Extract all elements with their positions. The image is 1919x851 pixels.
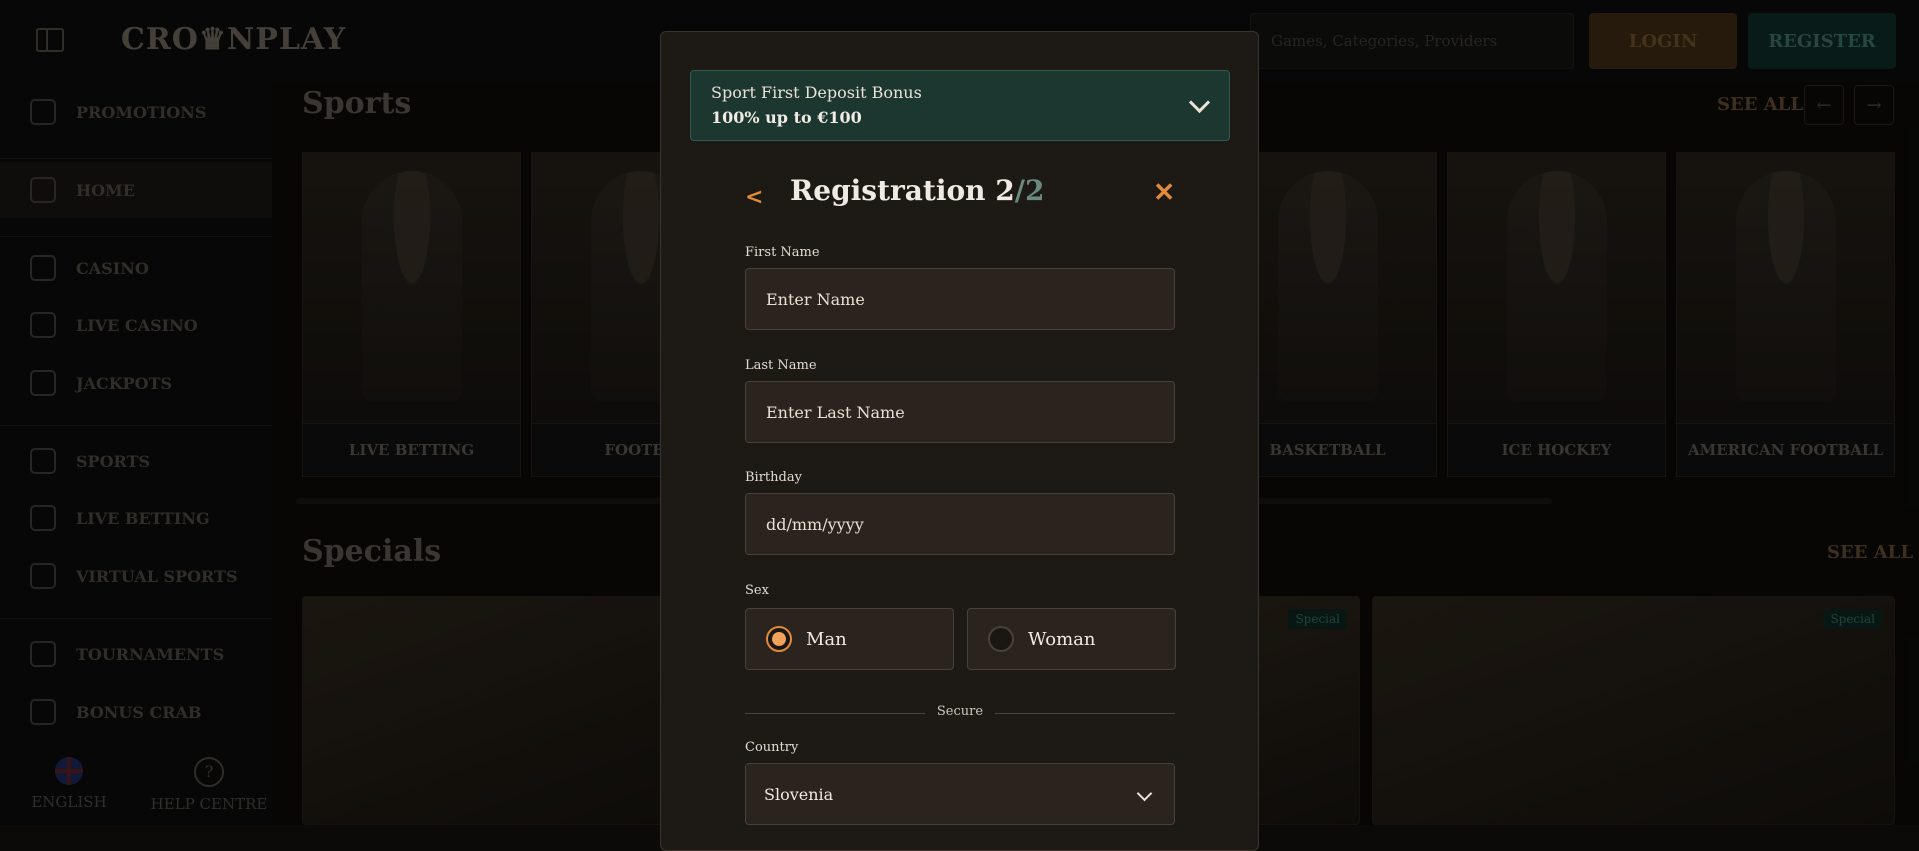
country-value: Slovenia bbox=[764, 784, 834, 804]
sex-option-label: Woman bbox=[1028, 628, 1096, 650]
sex-label: Sex bbox=[745, 583, 769, 598]
last-name-field[interactable]: Enter Last Name bbox=[745, 381, 1175, 443]
registration-modal: Sport First Deposit Bonus 100% up to €10… bbox=[660, 31, 1259, 851]
bonus-selector[interactable]: Sport First Deposit Bonus 100% up to €10… bbox=[690, 70, 1230, 141]
divider-line bbox=[995, 713, 1175, 714]
birthday-field[interactable]: dd/mm/yyyy bbox=[745, 493, 1175, 555]
close-icon[interactable]: ✕ bbox=[1153, 178, 1175, 208]
registration-header: < Registration 2/2 ✕ bbox=[745, 172, 1175, 216]
secure-divider: Secure bbox=[745, 704, 1175, 724]
radio-unselected-icon bbox=[988, 626, 1014, 652]
back-arrow-icon[interactable]: < bbox=[745, 184, 763, 210]
chevron-down-icon bbox=[1136, 785, 1153, 802]
bonus-title: Sport First Deposit Bonus bbox=[711, 83, 922, 102]
last-name-label: Last Name bbox=[745, 358, 817, 373]
sex-option-woman[interactable]: Woman bbox=[967, 608, 1176, 670]
sex-option-man[interactable]: Man bbox=[745, 608, 954, 670]
bonus-subtitle: 100% up to €100 bbox=[711, 108, 862, 127]
first-name-label: First Name bbox=[745, 245, 820, 260]
country-label: Country bbox=[745, 740, 799, 755]
country-select[interactable]: Slovenia bbox=[745, 763, 1175, 825]
registration-total: /2 bbox=[1014, 174, 1045, 207]
registration-title: Registration 2/2 bbox=[790, 174, 1044, 207]
sex-option-label: Man bbox=[806, 628, 847, 650]
radio-selected-icon bbox=[766, 626, 792, 652]
birthday-label: Birthday bbox=[745, 470, 802, 485]
registration-step: Registration 2 bbox=[790, 174, 1015, 207]
secure-label: Secure bbox=[936, 704, 984, 719]
first-name-field[interactable]: Enter Name bbox=[745, 268, 1175, 330]
